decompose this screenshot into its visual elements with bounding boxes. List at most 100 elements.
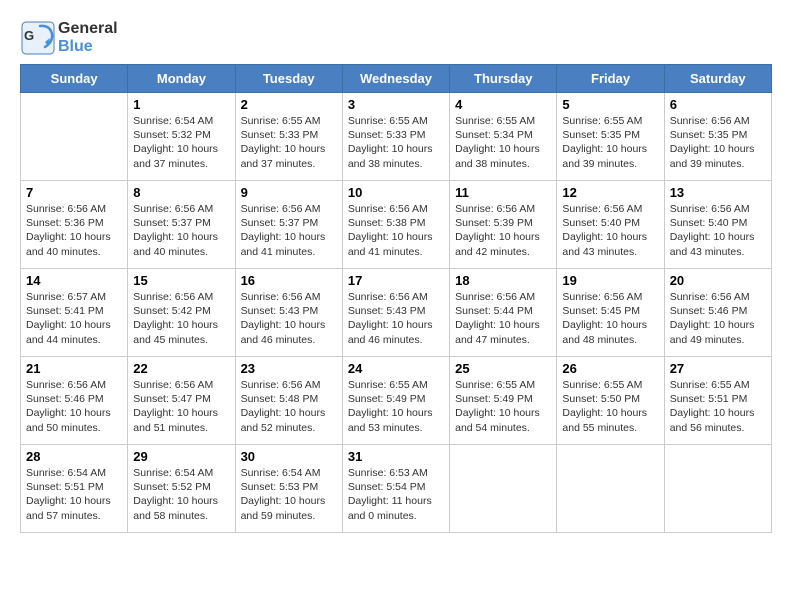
cell-content: Sunrise: 6:53 AM Sunset: 5:54 PM Dayligh… <box>348 466 444 523</box>
calendar-cell: 13 Sunrise: 6:56 AM Sunset: 5:40 PM Dayli… <box>664 181 771 269</box>
day-number: 25 <box>455 361 551 376</box>
calendar-body: 1 Sunrise: 6:54 AM Sunset: 5:32 PM Daylig… <box>21 93 772 533</box>
day-number: 4 <box>455 97 551 112</box>
week-row-5: 28Sunrise: 6:54 AM Sunset: 5:51 PM Dayli… <box>21 445 772 533</box>
weekday-header-thursday: Thursday <box>450 65 557 93</box>
calendar-cell: 2 Sunrise: 6:55 AM Sunset: 5:33 PM Daylig… <box>235 93 342 181</box>
cell-content: Sunrise: 6:56 AM Sunset: 5:47 PM Dayligh… <box>133 378 229 435</box>
svg-text:G: G <box>24 28 34 43</box>
day-number: 28 <box>26 449 122 464</box>
day-number: 21 <box>26 361 122 376</box>
cell-content: Sunrise: 6:56 AM Sunset: 5:43 PM Dayligh… <box>241 290 337 347</box>
cell-content: Sunrise: 6:56 AM Sunset: 5:43 PM Dayligh… <box>348 290 444 347</box>
day-number: 10 <box>348 185 444 200</box>
calendar-cell: 20Sunrise: 6:56 AM Sunset: 5:46 PM Dayli… <box>664 269 771 357</box>
logo-general: General <box>58 20 118 38</box>
cell-content: Sunrise: 6:55 AM Sunset: 5:33 PM Dayligh… <box>241 114 337 171</box>
day-number: 16 <box>241 273 337 288</box>
day-number: 11 <box>455 185 551 200</box>
calendar-cell: 18 Sunrise: 6:56 AM Sunset: 5:44 PM Dayli… <box>450 269 557 357</box>
cell-content: Sunrise: 6:55 AM Sunset: 5:34 PM Dayligh… <box>455 114 551 171</box>
cell-content: Sunrise: 6:54 AM Sunset: 5:52 PM Dayligh… <box>133 466 229 523</box>
calendar-cell: 1 Sunrise: 6:54 AM Sunset: 5:32 PM Daylig… <box>128 93 235 181</box>
day-number: 13 <box>670 185 766 200</box>
cell-content: Sunrise: 6:56 AM Sunset: 5:46 PM Dayligh… <box>670 290 766 347</box>
week-row-1: 1 Sunrise: 6:54 AM Sunset: 5:32 PM Daylig… <box>21 93 772 181</box>
logo-container: G General Blue <box>20 20 118 56</box>
calendar-cell: 7Sunrise: 6:56 AM Sunset: 5:36 PM Daylig… <box>21 181 128 269</box>
calendar-cell: 12Sunrise: 6:56 AM Sunset: 5:40 PM Dayli… <box>557 181 664 269</box>
calendar-cell: 19Sunrise: 6:56 AM Sunset: 5:45 PM Dayli… <box>557 269 664 357</box>
calendar-cell: 9Sunrise: 6:56 AM Sunset: 5:37 PM Daylig… <box>235 181 342 269</box>
cell-content: Sunrise: 6:56 AM Sunset: 5:40 PM Dayligh… <box>562 202 658 259</box>
cell-content: Sunrise: 6:56 AM Sunset: 5:39 PM Dayligh… <box>455 202 551 259</box>
calendar-cell: 24 Sunrise: 6:55 AM Sunset: 5:49 PM Dayli… <box>342 357 449 445</box>
cell-content: Sunrise: 6:56 AM Sunset: 5:44 PM Dayligh… <box>455 290 551 347</box>
day-number: 19 <box>562 273 658 288</box>
day-number: 30 <box>241 449 337 464</box>
day-number: 18 <box>455 273 551 288</box>
week-row-4: 21 Sunrise: 6:56 AM Sunset: 5:46 PM Dayli… <box>21 357 772 445</box>
calendar-cell: 22 Sunrise: 6:56 AM Sunset: 5:47 PM Dayli… <box>128 357 235 445</box>
day-number: 6 <box>670 97 766 112</box>
calendar-table: SundayMondayTuesdayWednesdayThursdayFrid… <box>20 64 772 533</box>
calendar-cell: 14Sunrise: 6:57 AM Sunset: 5:41 PM Dayli… <box>21 269 128 357</box>
logo: G General Blue <box>20 20 118 56</box>
calendar-cell: 21 Sunrise: 6:56 AM Sunset: 5:46 PM Dayli… <box>21 357 128 445</box>
calendar-cell: 27 Sunrise: 6:55 AM Sunset: 5:51 PM Dayli… <box>664 357 771 445</box>
day-number: 2 <box>241 97 337 112</box>
day-number: 26 <box>562 361 658 376</box>
day-number: 9 <box>241 185 337 200</box>
calendar-cell <box>557 445 664 533</box>
cell-content: Sunrise: 6:55 AM Sunset: 5:51 PM Dayligh… <box>670 378 766 435</box>
cell-content: Sunrise: 6:54 AM Sunset: 5:53 PM Dayligh… <box>241 466 337 523</box>
cell-content: Sunrise: 6:55 AM Sunset: 5:50 PM Dayligh… <box>562 378 658 435</box>
day-number: 27 <box>670 361 766 376</box>
cell-content: Sunrise: 6:56 AM Sunset: 5:37 PM Dayligh… <box>133 202 229 259</box>
weekday-header-tuesday: Tuesday <box>235 65 342 93</box>
cell-content: Sunrise: 6:55 AM Sunset: 5:49 PM Dayligh… <box>455 378 551 435</box>
calendar-cell: 5Sunrise: 6:55 AM Sunset: 5:35 PM Daylig… <box>557 93 664 181</box>
day-number: 31 <box>348 449 444 464</box>
weekday-header-row: SundayMondayTuesdayWednesdayThursdayFrid… <box>21 65 772 93</box>
calendar-cell: 28Sunrise: 6:54 AM Sunset: 5:51 PM Dayli… <box>21 445 128 533</box>
calendar-cell <box>21 93 128 181</box>
cell-content: Sunrise: 6:56 AM Sunset: 5:35 PM Dayligh… <box>670 114 766 171</box>
calendar-cell: 10Sunrise: 6:56 AM Sunset: 5:38 PM Dayli… <box>342 181 449 269</box>
weekday-header-monday: Monday <box>128 65 235 93</box>
calendar-cell: 23Sunrise: 6:56 AM Sunset: 5:48 PM Dayli… <box>235 357 342 445</box>
calendar-cell: 4 Sunrise: 6:55 AM Sunset: 5:34 PM Daylig… <box>450 93 557 181</box>
cell-content: Sunrise: 6:56 AM Sunset: 5:36 PM Dayligh… <box>26 202 122 259</box>
calendar-cell: 11 Sunrise: 6:56 AM Sunset: 5:39 PM Dayli… <box>450 181 557 269</box>
weekday-header-friday: Friday <box>557 65 664 93</box>
day-number: 1 <box>133 97 229 112</box>
day-number: 15 <box>133 273 229 288</box>
day-number: 22 <box>133 361 229 376</box>
logo-blue: Blue <box>58 38 118 56</box>
day-number: 8 <box>133 185 229 200</box>
day-number: 29 <box>133 449 229 464</box>
page-header: G General Blue <box>20 20 772 56</box>
calendar-cell: 29 Sunrise: 6:54 AM Sunset: 5:52 PM Dayli… <box>128 445 235 533</box>
cell-content: Sunrise: 6:56 AM Sunset: 5:40 PM Dayligh… <box>670 202 766 259</box>
cell-content: Sunrise: 6:54 AM Sunset: 5:32 PM Dayligh… <box>133 114 229 171</box>
week-row-3: 14Sunrise: 6:57 AM Sunset: 5:41 PM Dayli… <box>21 269 772 357</box>
calendar-cell: 16 Sunrise: 6:56 AM Sunset: 5:43 PM Dayli… <box>235 269 342 357</box>
calendar-cell: 30 Sunrise: 6:54 AM Sunset: 5:53 PM Dayli… <box>235 445 342 533</box>
day-number: 17 <box>348 273 444 288</box>
cell-content: Sunrise: 6:55 AM Sunset: 5:49 PM Dayligh… <box>348 378 444 435</box>
day-number: 5 <box>562 97 658 112</box>
cell-content: Sunrise: 6:56 AM Sunset: 5:46 PM Dayligh… <box>26 378 122 435</box>
calendar-header: SundayMondayTuesdayWednesdayThursdayFrid… <box>21 65 772 93</box>
calendar-cell: 25 Sunrise: 6:55 AM Sunset: 5:49 PM Dayli… <box>450 357 557 445</box>
calendar-cell: 6 Sunrise: 6:56 AM Sunset: 5:35 PM Daylig… <box>664 93 771 181</box>
weekday-header-sunday: Sunday <box>21 65 128 93</box>
calendar-cell <box>664 445 771 533</box>
day-number: 23 <box>241 361 337 376</box>
logo-text: General Blue <box>58 20 118 55</box>
calendar-cell <box>450 445 557 533</box>
calendar-cell: 17 Sunrise: 6:56 AM Sunset: 5:43 PM Dayli… <box>342 269 449 357</box>
calendar-cell: 15Sunrise: 6:56 AM Sunset: 5:42 PM Dayli… <box>128 269 235 357</box>
day-number: 24 <box>348 361 444 376</box>
weekday-header-saturday: Saturday <box>664 65 771 93</box>
